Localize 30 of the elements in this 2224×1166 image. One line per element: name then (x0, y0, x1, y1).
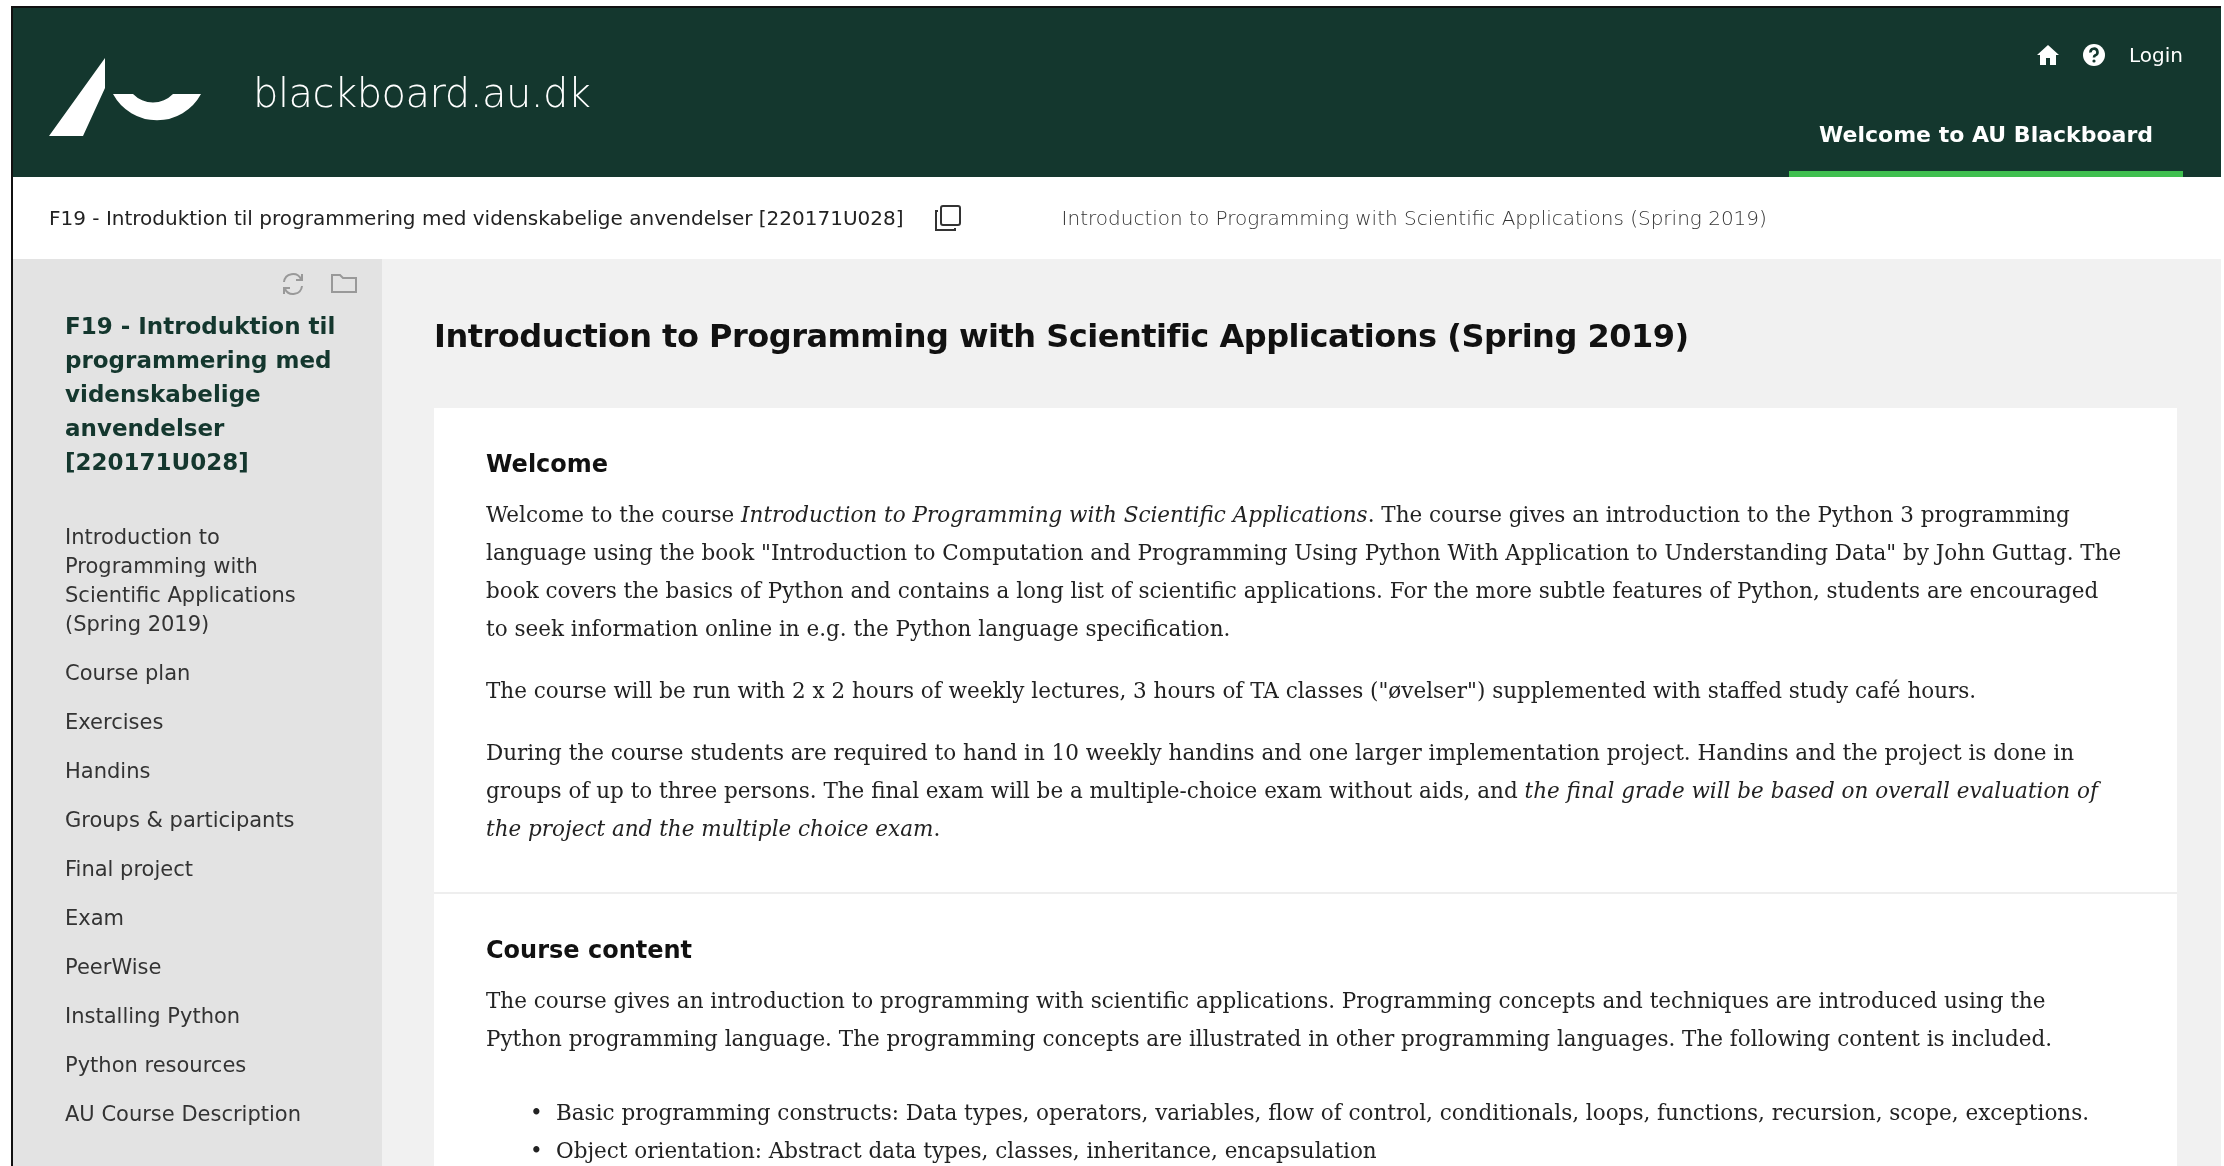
sidebar-item[interactable]: Installing Python (65, 1002, 326, 1031)
help-icon[interactable] (2083, 44, 2106, 66)
paragraph: The course gives an introduction to programming with scientific applications. Programming concepts and techniques are introduced using the Python programming language. The programming concepts are illustrated in other programming languages. The following content is included. (486, 987, 2053, 1054)
paragraph: During the course students are required to hand in 10 weekly handins and one larger implementation project. Handins and the project is done in groups of up to three persons. The final exam will be a multiple-choice exam without aids, and the final grade will be based on overall evaluation of the project and the multiple choice exam. (486, 734, 2125, 849)
sidebar-item[interactable]: PeerWise (65, 953, 326, 982)
login-link[interactable]: Login (2129, 40, 2183, 70)
list-item: Object orientation: Abstract data types, classes, inheritance, encapsulation (556, 1137, 1377, 1166)
sidebar-item[interactable]: Exam (65, 904, 326, 933)
page-title: Introduction to Programming with Scientific Applications (Spring 2019) (434, 317, 1690, 356)
course-breadcrumb[interactable]: F19 - Introduktion til programmering med videnskabelige anvendelser [220171U028] (49, 203, 904, 233)
section-heading: Welcome (486, 449, 610, 481)
paragraph: The course will be run with 2 x 2 hours of weekly lectures, 3 hours of TA classes ("øvelser") supplemented with staffed study café hours. (486, 677, 1978, 706)
page-breadcrumb: Introduction to Programming with Scientific Applications (Spring 2019) (1061, 205, 1767, 232)
sidebar-item[interactable]: Python resources (65, 1051, 326, 1080)
course-title: F19 - Introduktion til programmering med videnskabelige anvendelser [220171U028] (65, 312, 337, 477)
paragraph: Welcome to the course Introduction to Programming with Scientific Applications. The course gives an introduction to the Python 3 programming language using the book "Introduction to Computation and Programming Using Python With Application to Understanding Data" by John Guttag. The book covers the basics of Python and contains a long list of scientific applications. For the more subtle features of Python, students are encouraged to seek information online in e.g. the Python language specification. (486, 501, 2123, 644)
home-icon[interactable] (2037, 45, 2060, 65)
sidebar-item[interactable]: Handins (65, 757, 326, 786)
bullet: • (530, 1137, 544, 1166)
sidebar-item[interactable]: AU Course Description (65, 1100, 326, 1129)
sidebar-item[interactable]: Final project (65, 855, 326, 884)
sidebar-item[interactable]: Groups & participants (65, 806, 326, 835)
copy-icon[interactable] (933, 204, 962, 232)
sidebar-item[interactable]: Exercises (65, 708, 326, 737)
site-title: blackboard.au.dk (253, 68, 591, 118)
section-heading: Course content (486, 935, 694, 967)
bullet: • (530, 1099, 544, 1128)
sidebar-item[interactable]: Course plan (65, 659, 326, 688)
sidebar-item[interactable]: Introduction to Programming with Scientific Applications (Spring 2019) (65, 523, 326, 639)
list-item: Basic programming constructs: Data types, operators, variables, flow of control, conditionals, loops, functions, recursion, scope, exceptions. (556, 1099, 2090, 1128)
